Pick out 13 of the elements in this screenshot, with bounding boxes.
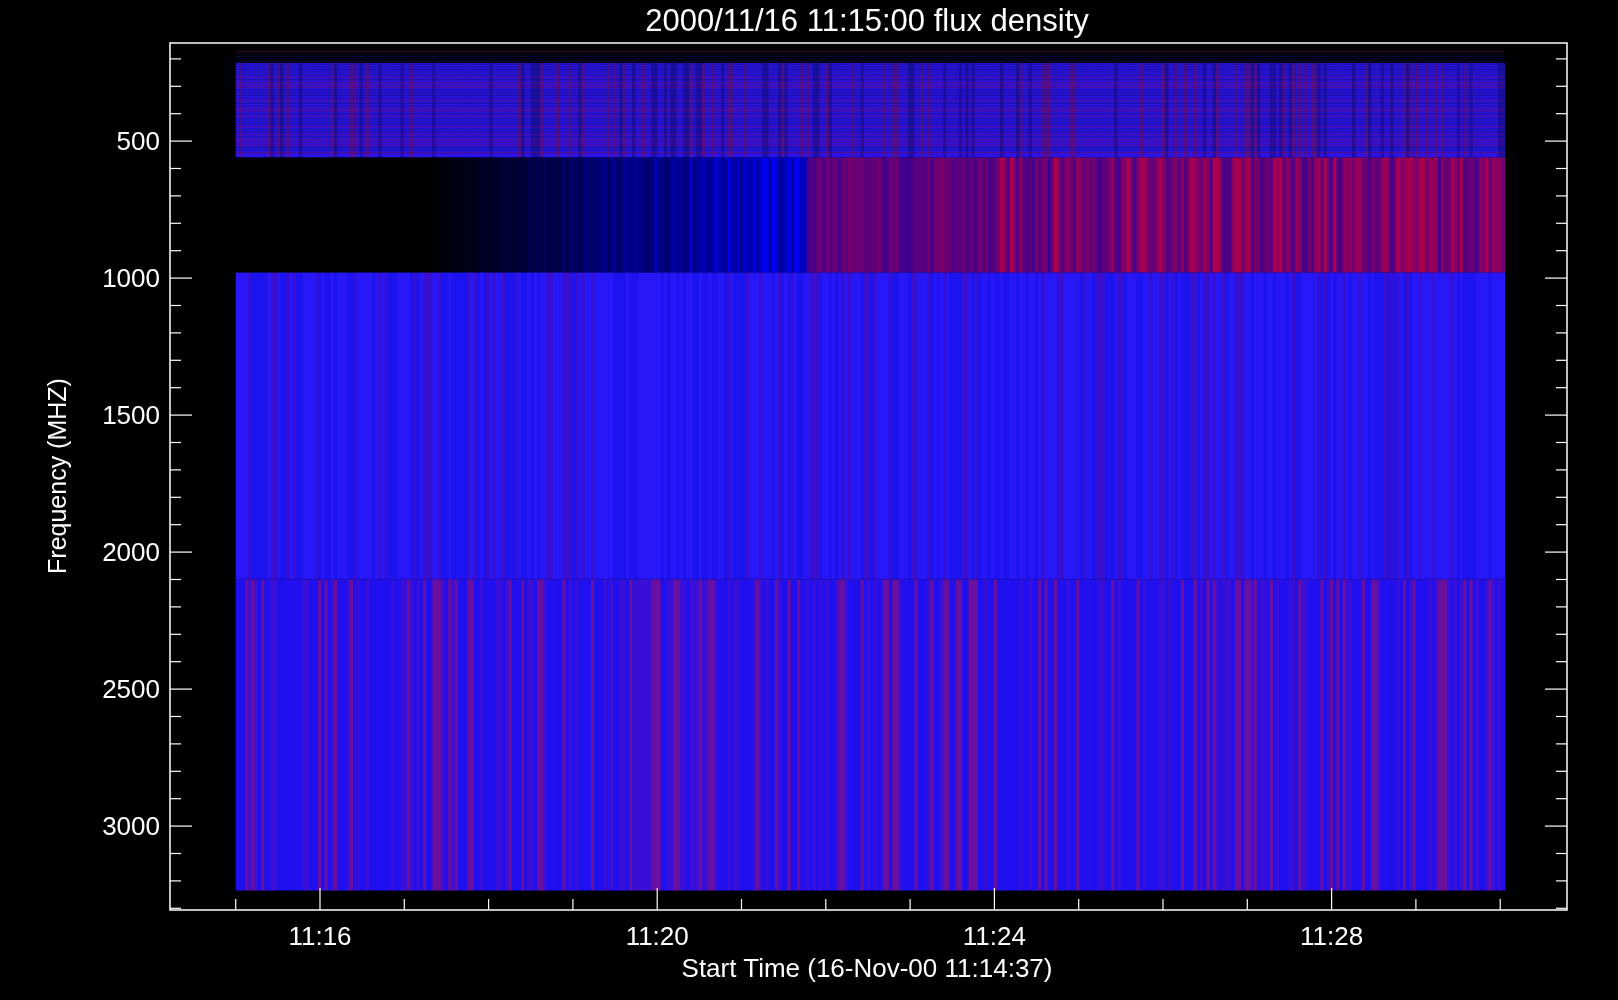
x-axis-label: Start Time (16-Nov-00 11:14:37) (681, 953, 1053, 983)
y-tick-label: 1000 (102, 263, 160, 294)
x-tick-label: 11:24 (962, 921, 1026, 951)
x-tick-label: 11:20 (625, 921, 689, 951)
y-tick-label: 500 (116, 126, 160, 157)
x-tick-label: 11:16 (288, 921, 352, 951)
y-tick-label: 2000 (102, 537, 160, 568)
x-tick-label: 11:28 (1300, 921, 1364, 951)
y-tick-label: 2500 (102, 674, 160, 705)
y-tick-label: 1500 (102, 400, 160, 431)
chart-title: 2000/11/16 11:15:00 flux density (645, 3, 1089, 38)
y-axis-label: Frequency (MHZ) (43, 378, 71, 574)
y-tick-label: 3000 (102, 811, 160, 842)
